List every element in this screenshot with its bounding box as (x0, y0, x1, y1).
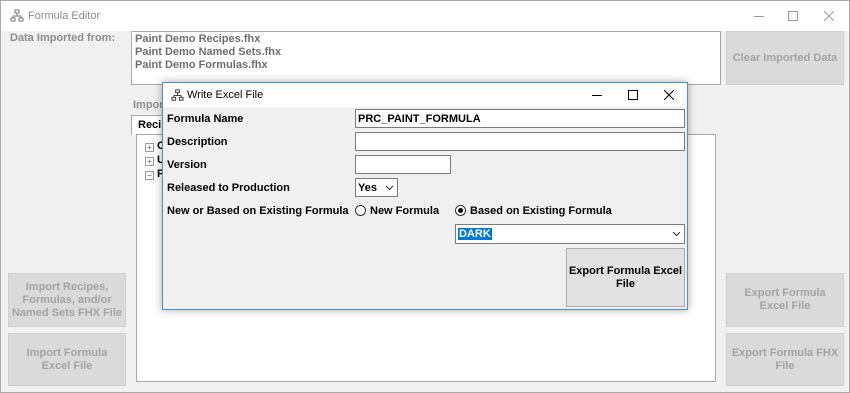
new-or-based-label: New or Based on Existing Formula (167, 205, 349, 217)
clear-imported-data-button[interactable]: Clear Imported Data (726, 31, 844, 85)
version-input[interactable] (355, 155, 451, 174)
import-formula-excel-button[interactable]: Import Formula Excel File (8, 333, 126, 386)
released-label: Released to Production (167, 182, 290, 194)
radio-based-on-existing[interactable] (455, 205, 466, 216)
version-label: Version (167, 159, 207, 171)
dialog-title: Write Excel File (187, 89, 264, 101)
tree-collapse-icon[interactable]: − (145, 171, 154, 180)
description-input[interactable] (355, 132, 685, 151)
radio-based-on-existing-label[interactable]: Based on Existing Formula (470, 205, 612, 217)
imported-file: Paint Demo Formulas.fhx (135, 59, 268, 71)
app-tree-icon (171, 89, 184, 102)
formula-name-input[interactable]: PRC_PAINT_FORMULA (355, 109, 685, 128)
radio-new-formula-label[interactable]: New Formula (370, 205, 439, 217)
close-icon[interactable] (811, 1, 847, 31)
import-section-label: Impor (133, 99, 164, 111)
minimize-icon[interactable] (579, 83, 615, 107)
import-fhx-button[interactable]: Import Recipes, Formulas, and/or Named S… (8, 273, 126, 327)
app-tree-icon (10, 9, 24, 23)
maximize-icon[interactable] (615, 83, 651, 107)
tree-expand-icon[interactable]: + (145, 157, 154, 166)
radio-new-formula[interactable] (355, 205, 366, 216)
main-titlebar: Formula Editor (1, 1, 849, 31)
maximize-icon[interactable] (775, 1, 811, 31)
close-icon[interactable] (651, 83, 687, 107)
released-select[interactable]: Yes (355, 178, 398, 197)
export-formula-excel-button[interactable]: Export Formula Excel File (566, 248, 685, 307)
chevron-down-icon (385, 183, 394, 195)
main-window-title: Formula Editor (28, 10, 101, 22)
minimize-icon[interactable] (741, 1, 777, 31)
description-label: Description (167, 136, 228, 148)
export-formula-excel-main-button[interactable]: Export Formula Excel File (726, 273, 844, 327)
tree-expand-icon[interactable]: + (145, 143, 154, 152)
existing-formula-value: DARK (458, 228, 492, 240)
released-value: Yes (358, 182, 377, 194)
imported-files-list: Paint Demo Recipes.fhx Paint Demo Named … (131, 31, 721, 85)
formula-name-label: Formula Name (167, 113, 244, 125)
dialog-titlebar: Write Excel File (163, 83, 687, 107)
export-formula-fhx-button[interactable]: Export Formula FHX File (726, 333, 844, 386)
imported-file: Paint Demo Named Sets.fhx (135, 46, 282, 58)
imported-file: Paint Demo Recipes.fhx (135, 33, 261, 45)
chevron-down-icon (672, 229, 681, 241)
data-imported-label: Data Imported from: (10, 32, 116, 44)
write-excel-dialog: Write Excel File Formula Name PRC_PAINT_… (162, 82, 688, 310)
existing-formula-select[interactable]: DARK (455, 224, 685, 244)
